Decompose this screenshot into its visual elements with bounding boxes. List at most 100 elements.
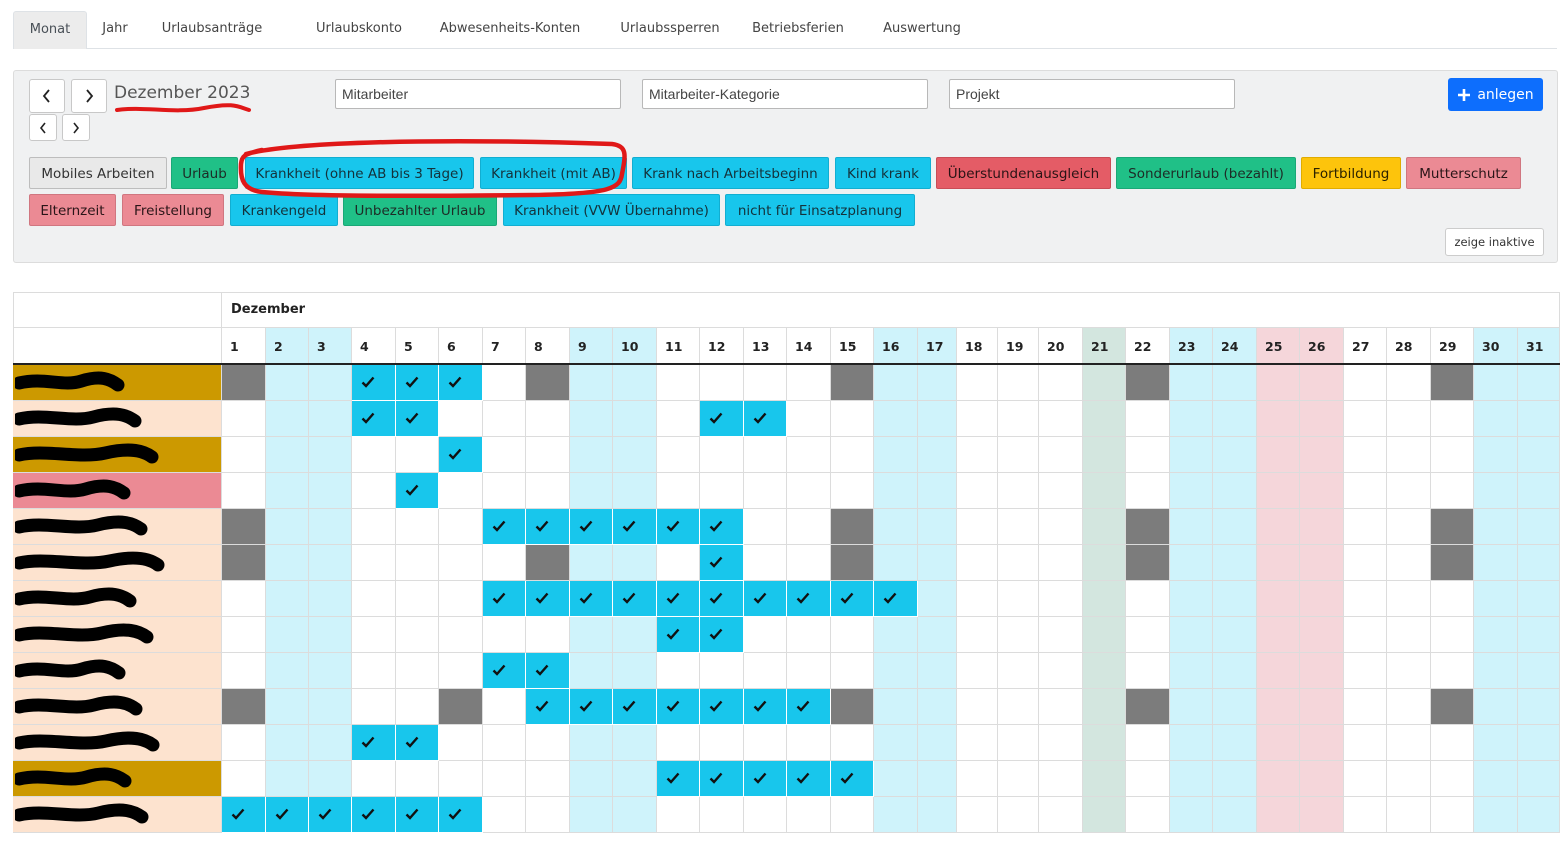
- day-cell[interactable]: [1344, 473, 1387, 509]
- day-cell[interactable]: [266, 437, 309, 473]
- day-cell[interactable]: [1170, 365, 1213, 401]
- day-cell[interactable]: [874, 545, 918, 581]
- mobile-work-cell[interactable]: [526, 545, 570, 581]
- day-cell[interactable]: [1257, 761, 1300, 797]
- tab-urlaubssperren[interactable]: Urlaubssperren: [607, 11, 733, 47]
- day-cell[interactable]: [483, 797, 526, 833]
- absence-type-button-krankheit-mit-ab[interactable]: Krankheit (mit AB): [480, 157, 627, 189]
- day-cell[interactable]: [831, 617, 874, 653]
- absence-type-button-elternzeit[interactable]: Elternzeit: [29, 194, 116, 226]
- absence-type-button-nicht-für-einsatzplanung[interactable]: nicht für Einsatzplanung: [725, 194, 915, 226]
- day-cell[interactable]: [918, 365, 957, 401]
- day-cell[interactable]: [1518, 761, 1560, 797]
- day-cell[interactable]: [1083, 365, 1126, 401]
- day-cell[interactable]: [1170, 797, 1213, 833]
- day-cell[interactable]: [787, 653, 831, 689]
- day-cell[interactable]: [657, 545, 700, 581]
- day-cell[interactable]: [1213, 401, 1257, 437]
- day-cell[interactable]: [439, 581, 483, 617]
- day-cell[interactable]: [918, 401, 957, 437]
- day-cell[interactable]: [918, 689, 957, 725]
- day-cell[interactable]: [1083, 761, 1126, 797]
- day-cell[interactable]: [1300, 437, 1344, 473]
- day-cell[interactable]: [483, 725, 526, 761]
- absence-type-button-krankheit-vvw-übernahme[interactable]: Krankheit (VVW Übernahme): [503, 194, 720, 226]
- day-cell[interactable]: [396, 581, 439, 617]
- day-cell[interactable]: [1126, 725, 1170, 761]
- day-cell[interactable]: [1083, 473, 1126, 509]
- day-cell[interactable]: [918, 725, 957, 761]
- day-cell[interactable]: [1083, 401, 1126, 437]
- mobile-work-cell[interactable]: [1431, 689, 1474, 725]
- mobile-work-cell[interactable]: [222, 365, 266, 401]
- day-cell[interactable]: [1474, 509, 1518, 545]
- day-cell[interactable]: [874, 365, 918, 401]
- day-cell[interactable]: [483, 689, 526, 725]
- next-small-button[interactable]: [62, 114, 90, 141]
- day-cell[interactable]: [396, 689, 439, 725]
- day-cell[interactable]: [483, 761, 526, 797]
- day-cell[interactable]: [439, 401, 483, 437]
- day-cell[interactable]: [396, 617, 439, 653]
- day-cell[interactable]: [957, 725, 998, 761]
- day-cell[interactable]: [1083, 653, 1126, 689]
- day-cell[interactable]: [1170, 509, 1213, 545]
- day-cell[interactable]: [1039, 653, 1083, 689]
- day-cell[interactable]: [222, 401, 266, 437]
- day-cell[interactable]: [1387, 617, 1431, 653]
- day-cell[interactable]: [744, 797, 787, 833]
- day-cell[interactable]: [309, 581, 352, 617]
- day-cell[interactable]: [1387, 437, 1431, 473]
- day-cell[interactable]: [1257, 725, 1300, 761]
- day-cell[interactable]: [918, 653, 957, 689]
- day-cell[interactable]: [957, 761, 998, 797]
- day-cell[interactable]: [957, 653, 998, 689]
- day-cell[interactable]: [957, 617, 998, 653]
- day-cell[interactable]: [1170, 473, 1213, 509]
- day-cell[interactable]: [1083, 581, 1126, 617]
- day-cell[interactable]: [1300, 581, 1344, 617]
- day-cell[interactable]: [1431, 473, 1474, 509]
- show-inactive-button[interactable]: zeige inaktive: [1445, 228, 1544, 256]
- day-cell[interactable]: [787, 725, 831, 761]
- day-cell[interactable]: [918, 437, 957, 473]
- day-cell[interactable]: [957, 797, 998, 833]
- day-cell[interactable]: [1126, 617, 1170, 653]
- day-cell[interactable]: [1344, 617, 1387, 653]
- day-cell[interactable]: [831, 653, 874, 689]
- prev-month-button[interactable]: [29, 79, 65, 113]
- tab-urlaubskonto[interactable]: Urlaubskonto: [305, 11, 413, 47]
- mobile-work-cell[interactable]: [831, 509, 874, 545]
- day-cell[interactable]: [957, 545, 998, 581]
- day-cell[interactable]: [1126, 797, 1170, 833]
- day-cell[interactable]: [570, 725, 613, 761]
- day-cell[interactable]: [396, 761, 439, 797]
- day-cell[interactable]: [309, 545, 352, 581]
- day-cell[interactable]: [998, 653, 1039, 689]
- day-cell[interactable]: [613, 653, 657, 689]
- day-cell[interactable]: [309, 725, 352, 761]
- day-cell[interactable]: [613, 725, 657, 761]
- prev-small-button[interactable]: [29, 114, 57, 141]
- day-cell[interactable]: [266, 761, 309, 797]
- absence-type-button-sonderurlaub-bezahlt[interactable]: Sonderurlaub (bezahlt): [1116, 157, 1296, 189]
- day-cell[interactable]: [1213, 545, 1257, 581]
- day-cell[interactable]: [998, 437, 1039, 473]
- day-cell[interactable]: [570, 473, 613, 509]
- day-cell[interactable]: [1431, 761, 1474, 797]
- day-cell[interactable]: [1387, 581, 1431, 617]
- day-cell[interactable]: [1213, 617, 1257, 653]
- day-cell[interactable]: [1213, 761, 1257, 797]
- tab-urlaubsanträge[interactable]: Urlaubsanträge: [145, 11, 279, 47]
- day-cell[interactable]: [222, 725, 266, 761]
- day-cell[interactable]: [1039, 437, 1083, 473]
- day-cell[interactable]: [1257, 689, 1300, 725]
- day-cell[interactable]: [1039, 509, 1083, 545]
- day-cell[interactable]: [744, 725, 787, 761]
- day-cell[interactable]: [957, 689, 998, 725]
- day-cell[interactable]: [1213, 689, 1257, 725]
- day-cell[interactable]: [918, 581, 957, 617]
- day-cell[interactable]: [1431, 725, 1474, 761]
- day-cell[interactable]: [1257, 653, 1300, 689]
- day-cell[interactable]: [957, 401, 998, 437]
